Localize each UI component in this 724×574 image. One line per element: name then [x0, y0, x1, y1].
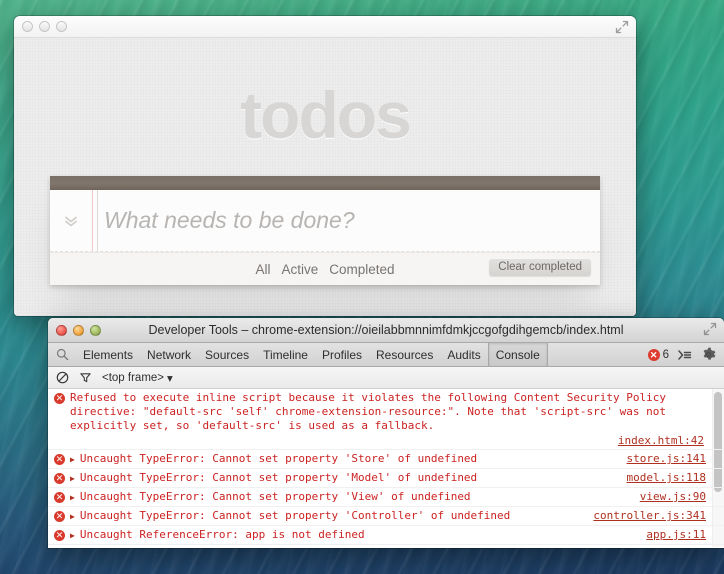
filter-all[interactable]: All [255, 262, 270, 277]
expand-arrow-icon[interactable]: ▶ [70, 474, 75, 483]
close-button[interactable] [56, 324, 67, 336]
tab-console[interactable]: Console [487, 343, 548, 366]
fullscreen-icon[interactable] [703, 322, 717, 336]
devtools-tab-actions: ✕ 6 [647, 343, 724, 366]
console-message-source[interactable]: store.js:141 [627, 452, 706, 465]
error-icon: ✕ [54, 511, 65, 522]
gear-icon[interactable] [701, 347, 716, 362]
devtools-window-title: Developer Tools – chrome-extension://oie… [148, 323, 624, 337]
minimize-button[interactable] [73, 324, 84, 336]
console-message-row[interactable]: ✕ ▶ Uncaught TypeError: Cannot set prope… [48, 469, 724, 488]
console-message-text: Uncaught TypeError: Cannot set property … [79, 509, 511, 522]
todo-page-body: todos All [14, 38, 636, 316]
console-message-text: Refused to execute inline script because… [70, 391, 673, 432]
error-icon: ✕ [54, 492, 65, 503]
console-message-row[interactable]: ✕ ▶ Uncaught TypeError: Cannot set prope… [48, 507, 724, 526]
devtools-window[interactable]: Developer Tools – chrome-extension://oie… [48, 318, 724, 548]
console-message-text: Uncaught TypeError: Cannot set property … [79, 490, 471, 503]
console-message-text: Uncaught TypeError: Cannot set property … [79, 452, 478, 465]
console-message-row[interactable]: ✕ Refused to execute inline script becau… [48, 389, 724, 450]
tab-resources[interactable]: Resources [369, 343, 440, 366]
todo-window-traffic-lights[interactable] [22, 21, 67, 32]
desktop-background: todos All [0, 0, 724, 574]
console-message-text: Uncaught TypeError: Cannot set property … [79, 471, 478, 484]
console-message-source[interactable]: app.js:11 [646, 528, 706, 541]
search-icon[interactable] [48, 343, 76, 366]
console-message-source[interactable]: model.js:118 [627, 471, 706, 484]
minimize-button[interactable] [39, 21, 50, 32]
console-message-source[interactable]: controller.js:341 [593, 509, 706, 522]
execution-context-label: <top frame> [102, 371, 165, 384]
tab-elements[interactable]: Elements [76, 343, 140, 366]
chevron-double-down-icon[interactable] [50, 213, 92, 229]
error-count-badge[interactable]: ✕ 6 [647, 348, 669, 361]
new-todo-row [50, 190, 600, 252]
margin-rule-gray [97, 190, 98, 251]
console-toolbar: <top frame> ▾ [48, 367, 724, 389]
error-icon: ✕ [54, 454, 65, 465]
devtools-tabstrip[interactable]: Elements Network Sources Timeline Profil… [48, 343, 724, 367]
filter-active[interactable]: Active [281, 262, 318, 277]
clear-console-icon[interactable] [56, 371, 69, 384]
error-icon: ✕ [647, 348, 660, 361]
filter-completed[interactable]: Completed [329, 262, 394, 277]
expand-arrow-icon[interactable]: ▶ [70, 493, 75, 502]
zoom-button[interactable] [90, 324, 101, 336]
tab-timeline[interactable]: Timeline [256, 343, 315, 366]
todoapp-card: All Active Completed Clear completed [50, 176, 600, 290]
console-message-source[interactable]: view.js:90 [640, 490, 706, 503]
fullscreen-icon[interactable] [615, 20, 629, 34]
execution-context-select[interactable]: <top frame> ▾ [102, 371, 173, 385]
console-message-row[interactable]: ✕ ▶ Uncaught ReferenceError: app is not … [48, 526, 724, 545]
error-icon: ✕ [54, 473, 65, 484]
tab-network[interactable]: Network [140, 343, 198, 366]
close-button[interactable] [22, 21, 33, 32]
tab-profiles[interactable]: Profiles [315, 343, 369, 366]
funnel-filter-icon[interactable] [79, 371, 92, 384]
console-message-list[interactable]: ✕ Refused to execute inline script becau… [48, 389, 724, 547]
console-message-row[interactable]: ✕ ▶ Uncaught TypeError: Cannot set prope… [48, 488, 724, 507]
console-prompt-row[interactable]: › [48, 545, 724, 547]
new-todo-input[interactable] [92, 207, 600, 234]
console-message-text: Uncaught ReferenceError: app is not defi… [79, 528, 365, 541]
page-title: todos [240, 78, 412, 152]
dock-side-icon[interactable] [678, 349, 692, 361]
devtools-titlebar[interactable]: Developer Tools – chrome-extension://oie… [48, 318, 724, 343]
clear-completed-button[interactable]: Clear completed [489, 258, 591, 276]
expand-arrow-icon[interactable]: ▶ [70, 531, 75, 540]
todo-window-titlebar[interactable] [14, 16, 636, 38]
error-icon: ✕ [54, 393, 65, 404]
tab-sources[interactable]: Sources [198, 343, 256, 366]
todoapp-top-strip [50, 176, 600, 190]
zoom-button[interactable] [56, 21, 67, 32]
expand-arrow-icon[interactable]: ▶ [70, 455, 75, 464]
todo-app-window[interactable]: todos All [14, 16, 636, 316]
console-message-row[interactable]: ✕ ▶ Uncaught TypeError: Cannot set prope… [48, 450, 724, 469]
console-message-source[interactable]: index.html:42 [618, 434, 704, 447]
expand-arrow-icon[interactable]: ▶ [70, 512, 75, 521]
error-icon: ✕ [54, 530, 65, 541]
chevron-down-icon: ▾ [167, 372, 173, 385]
error-count-label: 6 [662, 348, 669, 361]
todo-filters[interactable]: All Active Completed [255, 262, 394, 277]
devtools-traffic-lights[interactable] [56, 324, 101, 336]
todo-footer: All Active Completed Clear completed [50, 252, 600, 285]
margin-rule-red [92, 190, 93, 251]
tab-audits[interactable]: Audits [440, 343, 487, 366]
